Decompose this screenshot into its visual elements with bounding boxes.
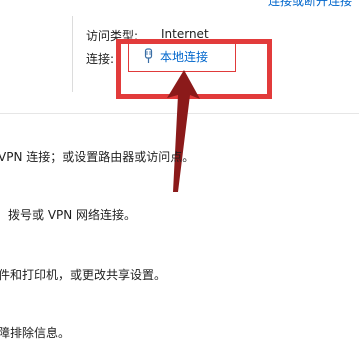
task-troubleshoot-text: 障排除信息。 — [0, 326, 71, 339]
vertical-divider — [72, 16, 73, 92]
highlight-box — [116, 39, 272, 99]
task-sharing-text: 件和打印机，或更改共享设置。 — [0, 268, 167, 282]
task-setup-connection-text: VPN 连接；或设置路由器或访问点。 — [0, 150, 195, 164]
connect-disconnect-link[interactable]: 连接或断开连接 — [268, 0, 359, 9]
task-dialup-vpn-text: 拨号或 VPN 网络连接。 — [8, 208, 137, 222]
connection-label: 连接: — [86, 52, 115, 66]
